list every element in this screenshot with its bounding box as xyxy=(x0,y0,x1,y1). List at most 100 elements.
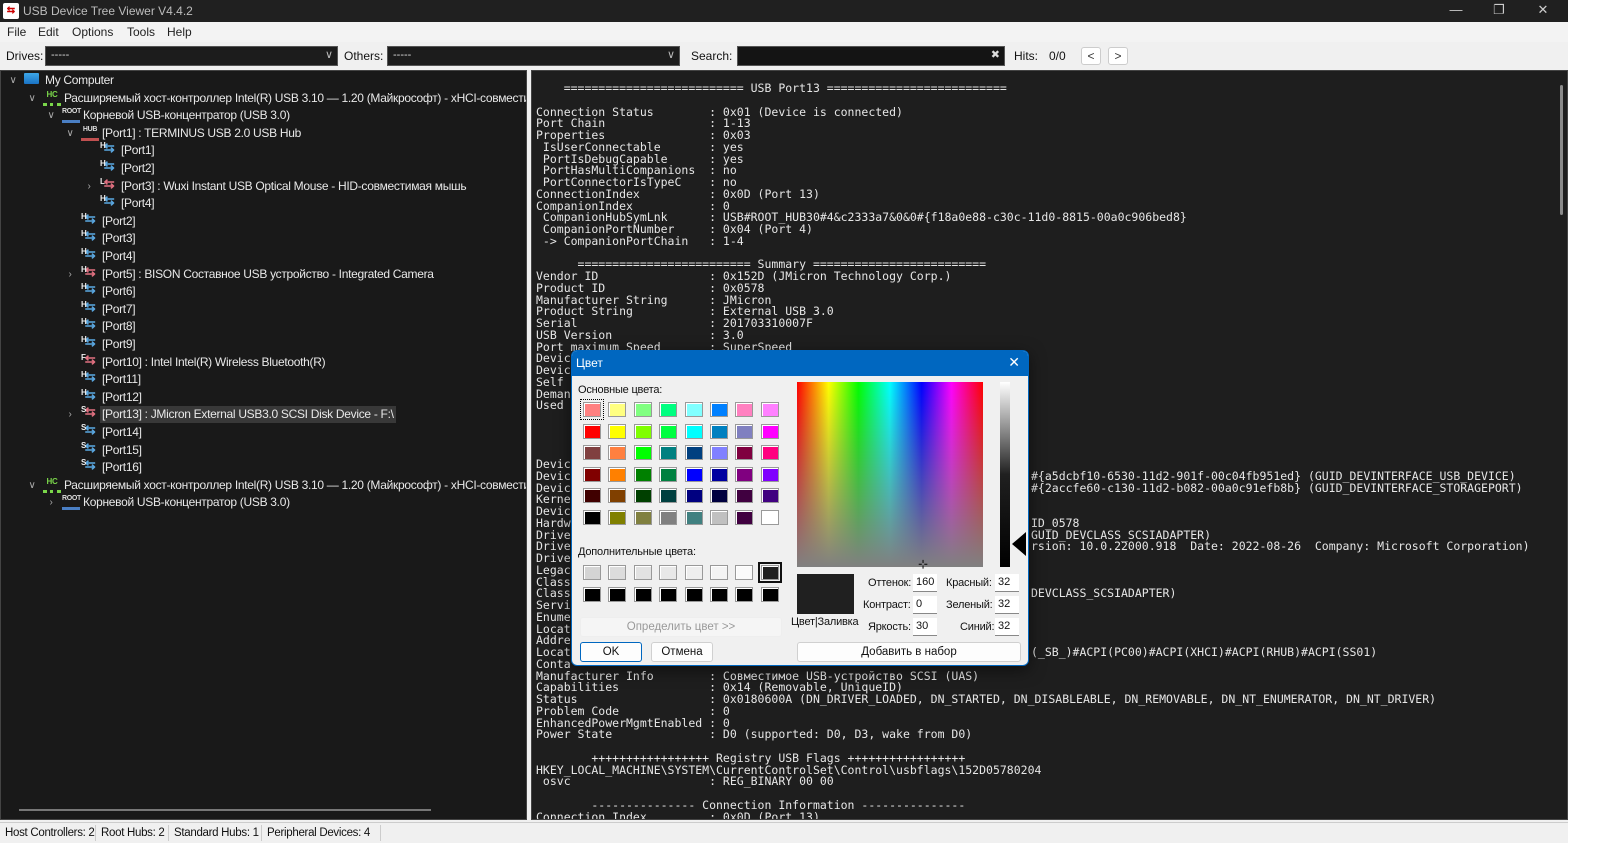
close-icon[interactable]: ✕ xyxy=(1533,2,1553,18)
chevron-down-icon[interactable]: ∨ xyxy=(64,125,76,142)
basic-color-swatch[interactable] xyxy=(735,402,754,417)
custom-color-swatch[interactable] xyxy=(684,565,703,580)
menu-edit[interactable]: Edit xyxy=(38,25,59,39)
menu-help[interactable]: Help xyxy=(167,25,192,39)
tree-item[interactable]: ∨ My Computer xyxy=(1,72,526,89)
tree-item[interactable]: H ⇆ [Port9] xyxy=(1,335,526,353)
basic-color-swatch[interactable] xyxy=(659,402,678,417)
basic-color-swatch[interactable] xyxy=(760,402,779,417)
next-hit-button[interactable]: > xyxy=(1108,47,1128,65)
chevron-down-icon[interactable]: ∨ xyxy=(45,107,57,124)
custom-color-swatch[interactable] xyxy=(735,586,754,602)
lum-input[interactable]: 30 xyxy=(913,618,937,636)
tree-item[interactable]: H ⇆ [Port4] xyxy=(1,247,526,265)
others-select[interactable]: ----- ∨ xyxy=(387,46,680,66)
tree-item[interactable]: S ⇆ [Port15] xyxy=(1,441,526,459)
basic-color-swatch[interactable] xyxy=(608,423,627,439)
drives-select[interactable]: ----- ∨ xyxy=(45,46,338,66)
tree-item[interactable]: H ⇆ [Port12] xyxy=(1,388,526,406)
define-color-button[interactable]: Определить цвет >> xyxy=(580,617,782,637)
basic-color-swatch[interactable] xyxy=(760,510,779,525)
tree-item[interactable]: H ⇆ [Port8] xyxy=(1,317,526,335)
basic-color-swatch[interactable] xyxy=(608,402,627,417)
details-vertical-scrollbar[interactable] xyxy=(1560,85,1563,215)
chevron-down-icon[interactable]: ∨ xyxy=(26,477,38,494)
basic-color-swatch[interactable] xyxy=(710,402,728,417)
tree-item[interactable]: S ⇆ [Port14] xyxy=(1,423,526,441)
tree-item[interactable]: › H ⇆ [Port5] : BISON Составное USB устройс… xyxy=(1,265,526,283)
basic-color-swatch[interactable] xyxy=(760,445,779,461)
custom-color-swatch[interactable] xyxy=(659,565,678,580)
basic-color-swatch[interactable] xyxy=(710,466,728,482)
custom-color-swatch[interactable] xyxy=(659,586,678,602)
basic-color-swatch[interactable] xyxy=(580,399,604,420)
custom-color-swatch[interactable] xyxy=(583,565,601,580)
basic-color-swatch[interactable] xyxy=(633,423,652,439)
basic-color-swatch[interactable] xyxy=(659,466,678,482)
basic-color-swatch[interactable] xyxy=(659,488,678,504)
tree-item[interactable]: › ROOT Корневой USB-концентратор (USB 3.0) xyxy=(1,494,526,511)
basic-color-swatch[interactable] xyxy=(684,423,703,439)
custom-color-swatch[interactable] xyxy=(735,565,754,580)
ok-button[interactable]: OK xyxy=(580,642,642,662)
tree-item[interactable]: ∨ ROOT Корневой USB-концентратор (USB 3.0) xyxy=(1,107,526,124)
basic-color-swatch[interactable] xyxy=(633,466,652,482)
blue-input[interactable]: 32 xyxy=(995,618,1019,636)
tree-item[interactable]: › S ⇆ [Port13] : JMicron External USB3.0 SC… xyxy=(1,405,526,424)
basic-color-swatch[interactable] xyxy=(583,445,601,461)
custom-color-swatch[interactable] xyxy=(710,565,728,580)
basic-color-swatch[interactable] xyxy=(633,510,652,525)
tree-item[interactable]: H ⇆ [Port4] xyxy=(1,194,526,212)
custom-color-swatch[interactable] xyxy=(710,586,728,602)
basic-color-swatch[interactable] xyxy=(760,466,779,482)
basic-color-swatch[interactable] xyxy=(735,488,754,504)
tree-item[interactable]: H ⇆ [Port7] xyxy=(1,300,526,318)
custom-color-swatch[interactable] xyxy=(633,565,652,580)
red-input[interactable]: 32 xyxy=(995,574,1019,592)
clear-search-icon[interactable]: ✖ xyxy=(991,48,1000,61)
basic-color-swatch[interactable] xyxy=(735,445,754,461)
tree-item[interactable]: ∨ HC Расширяемый хост-контроллер Intel(R) … xyxy=(1,90,526,107)
tree-item[interactable]: H ⇆ [Port2] xyxy=(1,212,526,230)
basic-color-swatch[interactable] xyxy=(633,445,652,461)
prev-hit-button[interactable]: < xyxy=(1081,47,1101,65)
tree-item[interactable]: H ⇆ [Port6] xyxy=(1,282,526,300)
custom-color-swatch[interactable] xyxy=(608,565,627,580)
tree-item[interactable]: H ⇆ [Port11] xyxy=(1,370,526,388)
menu-file[interactable]: File xyxy=(7,25,26,39)
tree-item[interactable]: › L ⇆ [Port3] : Wuxi Instant USB Optical Mo… xyxy=(1,177,526,195)
chevron-right-icon[interactable]: › xyxy=(64,406,76,423)
basic-color-swatch[interactable] xyxy=(735,466,754,482)
add-to-custom-button[interactable]: Добавить в набор xyxy=(797,642,1021,662)
basic-color-swatch[interactable] xyxy=(735,423,754,439)
basic-color-swatch[interactable] xyxy=(633,488,652,504)
chevron-right-icon[interactable]: › xyxy=(45,494,57,511)
basic-color-swatch[interactable] xyxy=(684,510,703,525)
sat-input[interactable]: 0 xyxy=(913,596,937,614)
basic-color-swatch[interactable] xyxy=(608,445,627,461)
hue-input[interactable]: 160 xyxy=(913,574,937,592)
basic-color-swatch[interactable] xyxy=(760,488,779,504)
minimize-icon[interactable]: — xyxy=(1446,2,1466,17)
custom-color-swatch[interactable] xyxy=(760,586,779,602)
basic-color-swatch[interactable] xyxy=(608,510,627,525)
cancel-button[interactable]: Отмена xyxy=(651,642,713,662)
custom-color-swatch[interactable] xyxy=(684,586,703,602)
basic-color-swatch[interactable] xyxy=(583,510,601,525)
close-icon[interactable]: ✕ xyxy=(1008,354,1020,371)
basic-color-swatch[interactable] xyxy=(710,445,728,461)
basic-color-swatch[interactable] xyxy=(710,488,728,504)
tree-item[interactable]: ∨ HC Расширяемый хост-контроллер Intel(R) … xyxy=(1,477,526,494)
custom-color-swatch[interactable] xyxy=(608,586,627,602)
maximize-icon[interactable]: ❐ xyxy=(1489,2,1509,18)
basic-color-swatch[interactable] xyxy=(710,423,728,439)
basic-color-swatch[interactable] xyxy=(583,423,601,439)
custom-color-swatch[interactable] xyxy=(583,586,601,602)
tree-item[interactable]: H ⇆ [Port3] xyxy=(1,229,526,247)
basic-color-swatch[interactable] xyxy=(735,510,754,525)
green-input[interactable]: 32 xyxy=(995,596,1019,614)
basic-color-swatch[interactable] xyxy=(684,445,703,461)
chevron-right-icon[interactable]: › xyxy=(83,178,95,195)
tree-item[interactable]: H ⇆ [Port1] xyxy=(1,141,526,159)
color-spectrum[interactable] xyxy=(797,382,983,567)
